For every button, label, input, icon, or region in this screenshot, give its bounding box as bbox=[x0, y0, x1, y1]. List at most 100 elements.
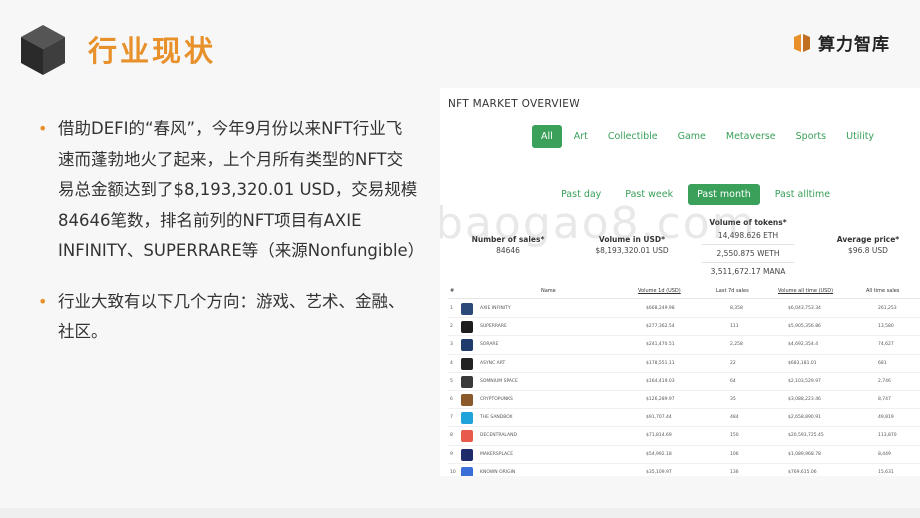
brand-logo-icon bbox=[794, 33, 810, 52]
tab-past-day[interactable]: Past day bbox=[552, 184, 610, 205]
table-row[interactable]: 5 SOMNIUM SPACE $164,419.03 64 $2,103,529.97… bbox=[448, 373, 920, 391]
col-name[interactable]: Name bbox=[541, 288, 556, 294]
stat-usd: Volume in USD* $8,193,320.01 USD bbox=[586, 235, 678, 255]
nft-table-body: 1 AXIE INFINITY $668,249.98 8,358 $6,043,753… bbox=[448, 300, 920, 476]
tab-past-month[interactable]: Past month bbox=[688, 184, 760, 205]
collection-logo-icon bbox=[461, 303, 473, 315]
row-rank: 5 bbox=[450, 378, 453, 384]
stat-tokens: Volume of tokens* 14,498.626 ETH 2,550.8… bbox=[702, 218, 794, 280]
tab-past-alltime[interactable]: Past alltime bbox=[766, 184, 839, 205]
stat-usd-label: Volume in USD* bbox=[598, 235, 666, 244]
tab-art[interactable]: Art bbox=[566, 126, 596, 147]
row-all-time-sales: 681 bbox=[878, 360, 887, 366]
row-name[interactable]: THE SANDBOX bbox=[480, 415, 513, 420]
bullet-item: • 借助DEFI的“春风”，今年9月份以来NFT行业飞速而蓬勃地火了起来，上个月… bbox=[38, 114, 424, 267]
category-tabs: All Art Collectible Game Metaverse Sport… bbox=[532, 125, 886, 148]
row-last-7d-sales: 111 bbox=[730, 324, 739, 330]
row-rank: 6 bbox=[450, 396, 453, 402]
collection-logo-icon bbox=[461, 375, 473, 388]
row-all-time-sales: 8,449 bbox=[878, 451, 891, 457]
row-all-time-sales: 113,870 bbox=[878, 433, 897, 439]
table-row[interactable]: 9 MAKERSPLACE $54,992.18 106 $1,089,968.78 8,… bbox=[448, 446, 920, 464]
row-name[interactable]: SOMNIUM SPACE bbox=[480, 379, 518, 384]
row-volume-1d: $178,551.11 bbox=[646, 360, 675, 366]
tab-sports[interactable]: Sports bbox=[788, 126, 834, 147]
table-row[interactable]: 8 DECENTRALAND $71,814.69 150 $20,593,725.45… bbox=[448, 427, 920, 446]
bullet-item: • 行业大致有以下几个方向：游戏、艺术、金融、社区。 bbox=[38, 287, 418, 348]
stat-avg: Average price* $96.8 USD bbox=[832, 235, 904, 255]
row-volume-all-time: $769,615.06 bbox=[788, 469, 817, 475]
collection-logo-icon bbox=[461, 466, 473, 476]
row-volume-all-time: $1,089,968.78 bbox=[788, 451, 821, 457]
row-last-7d-sales: 2,258 bbox=[730, 342, 743, 348]
table-row[interactable]: 1 AXIE INFINITY $668,249.98 8,358 $6,043,753… bbox=[448, 300, 920, 319]
row-name[interactable]: DECENTRALAND bbox=[480, 433, 517, 438]
row-last-7d-sales: 35 bbox=[730, 396, 736, 402]
row-all-time-sales: 15,631 bbox=[878, 469, 894, 475]
table-row[interactable]: 2 SUPERRARE $277,362.54 111 $5,905,356.86 13,… bbox=[448, 318, 920, 337]
row-name[interactable]: AXIE INFINITY bbox=[480, 306, 511, 311]
row-volume-1d: $126,289.97 bbox=[646, 396, 675, 402]
stat-tokens-label: Volume of tokens* bbox=[709, 218, 787, 227]
col-volume-1d[interactable]: Volume 1d (USD) bbox=[638, 288, 681, 294]
stat-tokens-eth: 14,498.626 ETH bbox=[717, 231, 779, 240]
tab-game[interactable]: Game bbox=[670, 126, 714, 147]
row-last-7d-sales: 136 bbox=[730, 469, 739, 475]
row-volume-all-time: $2,658,890.91 bbox=[788, 415, 821, 421]
row-volume-all-time: $4,692,354.4 bbox=[788, 342, 819, 348]
tab-all[interactable]: All bbox=[532, 125, 562, 148]
row-last-7d-sales: 22 bbox=[730, 360, 736, 366]
table-header: # Name Volume 1d (USD) Last 7d sales Vol… bbox=[448, 285, 920, 299]
bullet-dot-icon: • bbox=[38, 119, 48, 138]
table-row[interactable]: 3 SORARE $241,470.51 2,258 $4,692,354.4 74,62… bbox=[448, 336, 920, 355]
row-all-time-sales: 49,819 bbox=[878, 415, 894, 421]
col-volume-all-time[interactable]: Volume all time (USD) bbox=[778, 288, 833, 294]
table-row[interactable]: 6 CRYPTOPUNKS $126,289.97 35 $3,088,223.46 8,… bbox=[448, 391, 920, 410]
row-rank: 1 bbox=[450, 306, 453, 311]
stat-sales-value: 84646 bbox=[496, 246, 520, 255]
row-rank: 9 bbox=[450, 451, 453, 457]
col-last-7d-sales[interactable]: Last 7d sales bbox=[716, 288, 749, 294]
stat-sales: Number of sales* 84646 bbox=[468, 235, 548, 255]
row-volume-1d: $277,362.54 bbox=[646, 324, 675, 330]
brand: 算力智库 bbox=[792, 30, 890, 55]
row-rank: 10 bbox=[450, 469, 456, 475]
row-name[interactable]: CRYPTOPUNKS bbox=[480, 397, 513, 402]
row-name[interactable]: ASYNC ART bbox=[480, 361, 505, 366]
row-name[interactable]: KNOWN ORIGIN bbox=[480, 470, 515, 475]
row-name[interactable]: SORARE bbox=[480, 342, 498, 347]
collection-logo-icon bbox=[461, 339, 473, 352]
col-rank: # bbox=[450, 288, 455, 294]
brand-name: 算力智库 bbox=[818, 35, 890, 55]
row-rank: 2 bbox=[450, 324, 453, 330]
row-name[interactable]: SUPERRARE bbox=[480, 324, 507, 329]
tab-collectible[interactable]: Collectible bbox=[600, 126, 666, 147]
row-volume-all-time: $3,088,223.46 bbox=[788, 396, 821, 402]
row-all-time-sales: 13,580 bbox=[878, 324, 894, 330]
stat-usd-value: $8,193,320.01 USD bbox=[595, 246, 669, 255]
row-volume-all-time: $2,103,529.97 bbox=[788, 378, 821, 384]
row-rank: 8 bbox=[450, 433, 453, 439]
bullet-dot-icon: • bbox=[38, 291, 48, 311]
tab-utility[interactable]: Utility bbox=[838, 126, 882, 147]
stat-tokens-mana: 3,511,672.17 MANA bbox=[702, 262, 794, 280]
tab-past-week[interactable]: Past week bbox=[616, 184, 682, 205]
period-tabs: Past day Past week Past month Past allti… bbox=[552, 184, 845, 205]
table-row[interactable]: 7 THE SANDBOX $91,707.44 484 $2,658,890.91 49… bbox=[448, 409, 920, 428]
row-volume-1d: $35,109.97 bbox=[646, 469, 672, 475]
collection-logo-icon bbox=[461, 321, 473, 334]
row-volume-all-time: $683,181.01 bbox=[788, 360, 817, 366]
collection-logo-icon bbox=[461, 430, 473, 443]
row-name[interactable]: MAKERSPLACE bbox=[480, 452, 513, 457]
tab-metaverse[interactable]: Metaverse bbox=[718, 126, 784, 147]
collection-logo-icon bbox=[461, 357, 473, 370]
collection-logo-icon bbox=[461, 393, 473, 406]
row-rank: 4 bbox=[450, 360, 453, 366]
slide-title: 行业现状 bbox=[88, 34, 217, 68]
table-row[interactable]: 4 ASYNC ART $178,551.11 22 $683,181.01 681 bbox=[448, 355, 920, 373]
table-row[interactable]: 10 KNOWN ORIGIN $35,109.97 136 $769,615.06 15… bbox=[448, 464, 920, 476]
row-volume-1d: $668,249.98 bbox=[646, 306, 675, 311]
row-all-time-sales: 2,746 bbox=[878, 378, 891, 384]
col-all-time-sales[interactable]: All time sales bbox=[866, 288, 899, 294]
bullet-text: 借助DEFI的“春风”，今年9月份以来NFT行业飞速而蓬勃地火了起来，上个月所有… bbox=[58, 119, 425, 260]
